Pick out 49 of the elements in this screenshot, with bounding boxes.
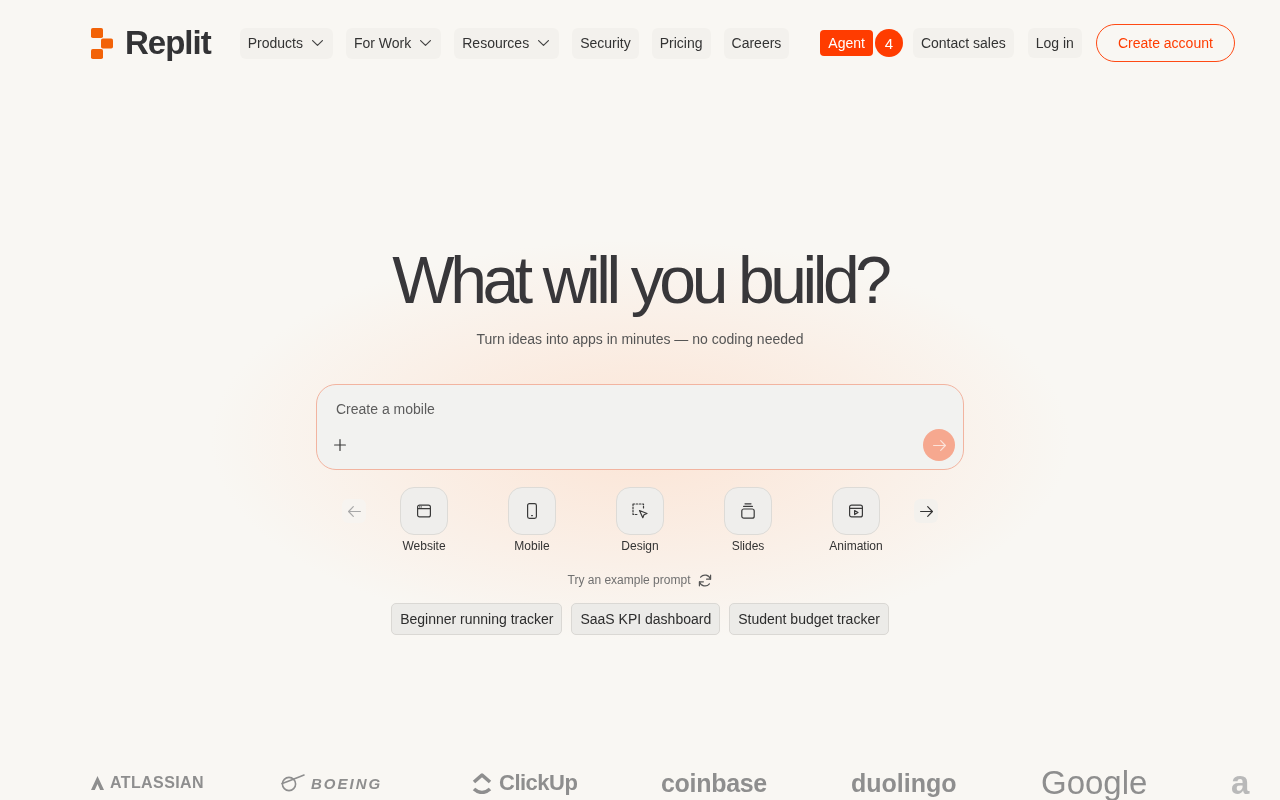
- category-button[interactable]: [832, 487, 880, 535]
- nav-menu-button[interactable]: Products: [239, 27, 333, 59]
- browser-window-icon: [416, 503, 432, 519]
- phone-icon: [526, 503, 538, 519]
- company-logo: coinbase: [661, 768, 767, 798]
- stacked-cards-icon: [741, 503, 755, 519]
- selection-cursor-icon: [632, 503, 648, 519]
- nav-menu-button[interactable]: For Work: [345, 27, 442, 59]
- header-link-button[interactable]: Contact sales: [912, 28, 1014, 58]
- category-label: Slides: [731, 538, 765, 554]
- category-button[interactable]: [724, 487, 772, 535]
- logo-icon[interactable]: [91, 27, 113, 59]
- hero-title: What will you build?: [392, 244, 888, 316]
- example-prompt-chip[interactable]: Beginner running tracker: [391, 603, 563, 635]
- company-logo: ClickUp: [499, 770, 578, 796]
- ring-swoosh-icon: [281, 774, 305, 792]
- refresh-icon[interactable]: [698, 573, 713, 587]
- triangle-icon: [91, 776, 104, 790]
- arrow-right-icon: [932, 439, 946, 451]
- arrow-left-icon: [347, 505, 361, 517]
- header-link-button[interactable]: Log in: [1027, 28, 1082, 58]
- play-window-icon: [848, 503, 864, 519]
- nav-menu-button[interactable]: Resources: [454, 27, 560, 59]
- nav-link[interactable]: Careers: [723, 27, 790, 59]
- category-label: Design: [621, 538, 659, 554]
- plus-icon: [334, 439, 346, 451]
- example-prompt-chip[interactable]: Student budget tracker: [729, 603, 889, 635]
- prompt-input[interactable]: Create a mobile: [336, 399, 936, 419]
- nav-link[interactable]: Pricing: [651, 27, 711, 59]
- nav-link[interactable]: Security: [572, 27, 639, 59]
- agent-link[interactable]: Agent: [820, 30, 873, 56]
- brand-name[interactable]: Replit: [125, 24, 211, 62]
- category-button[interactable]: [616, 487, 664, 535]
- next-button[interactable]: [914, 499, 938, 523]
- hero-subtitle: Turn ideas into apps in minutes — no coding needed: [476, 330, 804, 349]
- company-logo: duolingo: [851, 768, 957, 798]
- count-badge: 4: [874, 29, 903, 57]
- arrow-right-icon: [919, 505, 933, 517]
- category-label: Website: [402, 538, 446, 554]
- company-logo: ATLASSIAN: [110, 774, 204, 792]
- company-logo: a: [1231, 767, 1250, 799]
- category-button[interactable]: [508, 487, 556, 535]
- example-prompt-chip[interactable]: SaaS KPI dashboard: [571, 603, 721, 635]
- category-label: Mobile: [514, 538, 550, 554]
- category-label: Animation: [829, 538, 883, 554]
- category-button[interactable]: [400, 487, 448, 535]
- example-prompt-label: Try an example prompt: [567, 572, 691, 588]
- company-logo: BOEING: [311, 774, 383, 792]
- chevron-up-icon: [471, 772, 493, 794]
